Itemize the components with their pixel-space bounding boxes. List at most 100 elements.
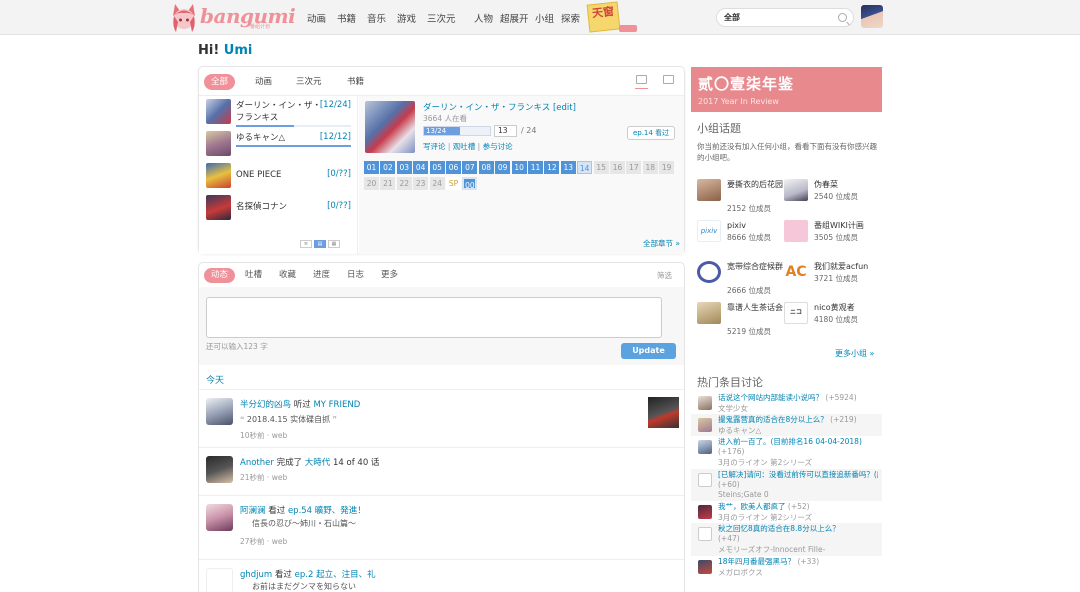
episode-button[interactable]: 22 xyxy=(396,177,412,190)
episode-button[interactable]: 02 xyxy=(380,161,396,174)
hot-topic-title[interactable]: 话说这个网站内部能读小说吗？ (+5924) xyxy=(718,393,878,403)
hot-topic-item[interactable]: 秋之回忆8真的适合在8.8分以上么？ (+47) メモリーズオフ-Innocen… xyxy=(691,523,882,556)
tl-subject-name[interactable]: お前はまだグンマを知らない xyxy=(252,581,356,592)
subject-item[interactable]: 名探偵コナン [0/??] xyxy=(206,195,351,223)
group-item[interactable]: AC 我们就爱acfun 3721 位成员 xyxy=(784,261,874,299)
join-discussion-link[interactable]: 参与讨论 xyxy=(483,142,513,151)
hot-topic-item[interactable]: 撮鬼露营真的适合在8分以上么？ (+219) ゆるキャン△ xyxy=(691,414,882,436)
hot-topic-title[interactable]: 进入前一百了。(目前排名16 04-04-2018) xyxy=(718,437,878,447)
episode-button[interactable]: 15 xyxy=(593,161,609,174)
tab-all[interactable]: 全部 xyxy=(204,74,236,90)
episode-button[interactable]: 00 xyxy=(462,177,478,190)
tl-target-link[interactable]: ep.2 起立、注目、礼 xyxy=(295,570,376,580)
more-groups-link[interactable]: 更多小组 » xyxy=(835,348,874,359)
subject-name[interactable]: 名探偵コナン xyxy=(236,201,324,213)
tl-user-link[interactable]: ghdjum xyxy=(240,570,272,580)
list-mode-list-icon[interactable]: ≡ xyxy=(300,240,312,248)
hot-topic-title[interactable]: 我艹，欧美人都疯了 (+52) xyxy=(718,502,878,512)
nav-real[interactable]: 三次元 xyxy=(427,11,456,25)
progress-input[interactable]: 13 xyxy=(494,125,517,137)
status-textarea[interactable] xyxy=(206,297,662,338)
episode-button[interactable]: 23 xyxy=(413,177,429,190)
subject-item[interactable]: ゆるキャン△ [12/12] xyxy=(206,131,351,159)
subject-name[interactable]: ダーリン・イン・ザ・フランキス xyxy=(236,100,324,124)
subject-title[interactable]: ダーリン・イン・ザ・フランキス [edit] xyxy=(423,101,576,113)
tl-tab-blog[interactable]: 日志 xyxy=(340,268,371,283)
episode-button[interactable]: 06 xyxy=(446,161,461,174)
tl-subject-name[interactable]: 信長の忍び～姉川・石山篇～ xyxy=(252,518,356,529)
tl-user-link[interactable]: 阿澜澜 xyxy=(240,506,266,516)
tl-user-link[interactable]: Another xyxy=(240,458,274,468)
tl-tab-activity[interactable]: 动态 xyxy=(204,268,236,283)
group-name[interactable]: nico黄观者 xyxy=(814,302,874,313)
episode-button[interactable]: 18 xyxy=(642,161,658,174)
group-name[interactable]: 靠谱人生茶话会 xyxy=(727,302,787,313)
nav-rakuen[interactable]: 超展开 xyxy=(500,11,529,25)
group-name[interactable]: 要撕衣的后花园 xyxy=(727,179,787,190)
tl-tab-collection[interactable]: 收藏 xyxy=(272,268,303,283)
group-item[interactable]: pixiv pixiv 8666 位成员 xyxy=(697,220,787,258)
episode-button[interactable]: 12 xyxy=(544,161,560,174)
episode-button[interactable]: 05 xyxy=(429,161,445,174)
episode-button[interactable]: 07 xyxy=(462,161,478,174)
subject-item[interactable]: ONE PIECE [0/??] xyxy=(206,163,351,191)
user-avatar[interactable] xyxy=(206,398,233,425)
user-avatar[interactable] xyxy=(206,504,233,531)
group-item[interactable]: 宽带综合症候群 2666 位成员 xyxy=(697,261,787,299)
episode-button[interactable]: 09 xyxy=(495,161,511,174)
episode-button[interactable]: 21 xyxy=(380,177,396,190)
episode-button[interactable]: 01 xyxy=(364,161,379,174)
episode-button[interactable]: 16 xyxy=(610,161,625,174)
tl-user-link[interactable]: 半分幻的凶鸟 xyxy=(240,400,291,410)
nav-explore[interactable]: 探索 xyxy=(561,11,580,25)
episode-button[interactable]: 20 xyxy=(364,177,379,190)
logo-mascot-icon[interactable] xyxy=(170,2,198,33)
tenma-badge[interactable]: 天窗 xyxy=(586,1,621,33)
group-item[interactable]: 伪春菜 2540 位成员 xyxy=(784,179,874,217)
nav-groups[interactable]: 小组 xyxy=(535,11,554,25)
subject-item[interactable]: ダーリン・イン・ザ・フランキス [12/24] xyxy=(206,99,351,127)
subject-name[interactable]: ゆるキャン△ xyxy=(236,132,324,144)
tl-tab-progress[interactable]: 进度 xyxy=(306,268,337,283)
user-avatar[interactable] xyxy=(206,456,233,483)
subject-cover[interactable] xyxy=(365,101,415,153)
hot-topic-item[interactable]: 进入前一百了。(目前排名16 04-04-2018) (+176) 3月のライオ… xyxy=(691,436,882,469)
nav-anime[interactable]: 动画 xyxy=(307,11,326,25)
tab-real[interactable]: 三次元 xyxy=(289,74,329,90)
group-item[interactable]: 要撕衣的后花园 2152 位成员 xyxy=(697,179,787,217)
edit-link[interactable]: [edit] xyxy=(553,103,576,113)
view-comments-link[interactable]: 观吐槽 xyxy=(453,142,476,151)
tab-books[interactable]: 书籍 xyxy=(340,74,371,90)
tl-subject-cover[interactable] xyxy=(648,397,679,428)
group-name[interactable]: pixiv xyxy=(727,220,787,231)
group-item[interactable]: 番组WIKI计画 3505 位成员 xyxy=(784,220,874,258)
hot-topic-title[interactable]: 撮鬼露营真的适合在8分以上么？ (+219) xyxy=(718,415,878,425)
user-avatar[interactable] xyxy=(861,5,883,28)
list-mode-tile-icon[interactable]: ▤ xyxy=(314,240,326,248)
episode-button[interactable]: 03 xyxy=(396,161,412,174)
hot-topic-item[interactable]: 我艹，欧美人都疯了 (+52) 3月のライオン 第2シリーズ xyxy=(691,501,882,523)
tl-target-link[interactable]: MY FRIEND xyxy=(313,400,360,410)
tl-filter[interactable]: 筛选 xyxy=(657,270,672,281)
all-episodes-link[interactable]: 全部章节 » xyxy=(643,238,680,249)
group-item[interactable]: ニコ nico黄观者 4180 位成员 xyxy=(784,302,874,340)
group-name[interactable]: 番组WIKI计画 xyxy=(814,220,874,231)
episode-button[interactable]: 17 xyxy=(626,161,642,174)
group-name[interactable]: 我们就爱acfun xyxy=(814,261,874,272)
episode-button[interactable]: 14 xyxy=(577,161,593,174)
greeting-username[interactable]: Umi xyxy=(224,43,253,58)
view-cover-icon[interactable] xyxy=(635,75,648,89)
group-item[interactable]: 靠谱人生茶话会 5219 位成员 xyxy=(697,302,787,340)
watched-episode-button[interactable]: ep.14 看过 xyxy=(627,126,675,140)
episode-button[interactable]: 13 xyxy=(560,161,576,174)
group-name[interactable]: 伪春菜 xyxy=(814,179,874,190)
hot-topic-item[interactable]: 话说这个网站内部能读小说吗？ (+5924) 文学少女 xyxy=(691,392,882,414)
nav-books[interactable]: 书籍 xyxy=(337,11,356,25)
episode-button[interactable]: 19 xyxy=(659,161,675,174)
hot-topic-title[interactable]: 18年四月番最强黑马？ (+33) xyxy=(718,557,878,567)
tl-target-link[interactable]: ep.54 曠野、発進！ xyxy=(288,506,366,516)
user-avatar[interactable] xyxy=(206,568,233,592)
group-name[interactable]: 宽带综合症候群 xyxy=(727,261,787,272)
nav-games[interactable]: 游戏 xyxy=(397,11,416,25)
hot-topic-title[interactable]: [已解决]请问：没看过前传可以直接追新番吗？(应该不能 xyxy=(718,470,878,480)
